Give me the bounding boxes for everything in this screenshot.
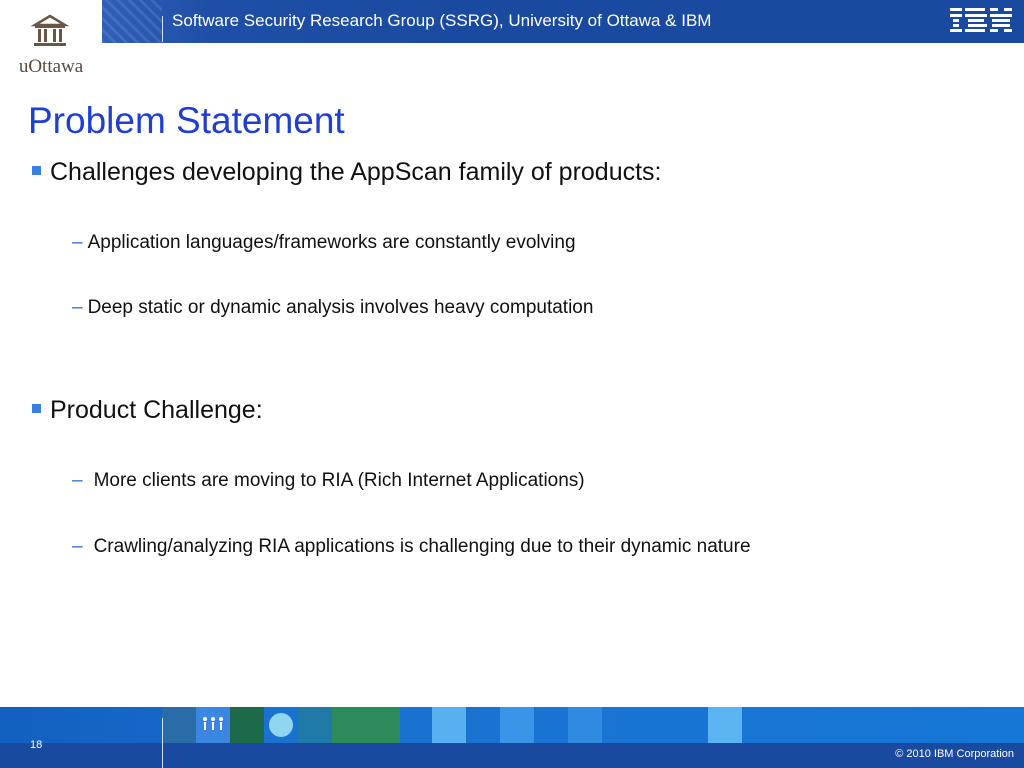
banner-texture bbox=[102, 0, 162, 43]
banner-divider bbox=[162, 16, 163, 42]
header-banner: Software Security Research Group (SSRG),… bbox=[102, 0, 1024, 43]
dash-icon: – bbox=[72, 470, 83, 491]
footer-tile bbox=[298, 707, 332, 743]
footer-tile bbox=[708, 707, 742, 743]
dash-icon: – bbox=[72, 297, 83, 318]
bullet-square-icon bbox=[32, 165, 41, 175]
footer-image-strip bbox=[0, 707, 1024, 743]
bullet-text: Challenges developing the AppScan family… bbox=[50, 158, 662, 186]
circle-icon bbox=[264, 707, 298, 743]
footer-bar bbox=[0, 743, 1024, 768]
uottawa-logo: uOttawa bbox=[0, 0, 102, 84]
sub-bullet-item: – Crawling/analyzing RIA applications is … bbox=[72, 536, 751, 558]
footer-tile bbox=[432, 707, 466, 743]
copyright-text: © 2010 IBM Corporation bbox=[895, 748, 1014, 760]
header-title: Software Security Research Group (SSRG),… bbox=[172, 11, 712, 30]
footer-tile bbox=[162, 707, 196, 743]
page-number: 18 bbox=[30, 739, 43, 751]
sub-bullet-text: Crawling/analyzing RIA applications is c… bbox=[93, 536, 751, 557]
slide-title: Problem Statement bbox=[28, 100, 345, 141]
sub-bullet-item: – Deep static or dynamic analysis involve… bbox=[72, 297, 593, 319]
footer-tile bbox=[230, 707, 264, 743]
footer-divider bbox=[162, 718, 163, 768]
people-icon bbox=[196, 707, 230, 743]
sub-bullet-item: – Application languages/frameworks are co… bbox=[72, 232, 576, 254]
bullet-square-icon bbox=[32, 403, 41, 413]
sub-bullet-text: Application languages/frameworks are con… bbox=[87, 232, 576, 253]
bullet-text: Product Challenge: bbox=[50, 396, 263, 424]
footer-tile bbox=[568, 707, 602, 743]
bullet-item: Product Challenge: bbox=[32, 396, 263, 425]
sub-bullet-text: More clients are moving to RIA (Rich Int… bbox=[93, 470, 585, 491]
dash-icon: – bbox=[72, 232, 83, 253]
university-building-icon bbox=[30, 14, 70, 46]
ibm-logo-icon bbox=[950, 8, 1012, 32]
footer-tile bbox=[500, 707, 534, 743]
logo-wordmark: uOttawa bbox=[18, 56, 84, 77]
sub-bullet-text: Deep static or dynamic analysis involves… bbox=[87, 297, 594, 318]
sub-bullet-item: – More clients are moving to RIA (Rich In… bbox=[72, 470, 585, 492]
footer-tile bbox=[332, 707, 400, 743]
bullet-item: Challenges developing the AppScan family… bbox=[32, 158, 662, 187]
dash-icon: – bbox=[72, 536, 83, 557]
